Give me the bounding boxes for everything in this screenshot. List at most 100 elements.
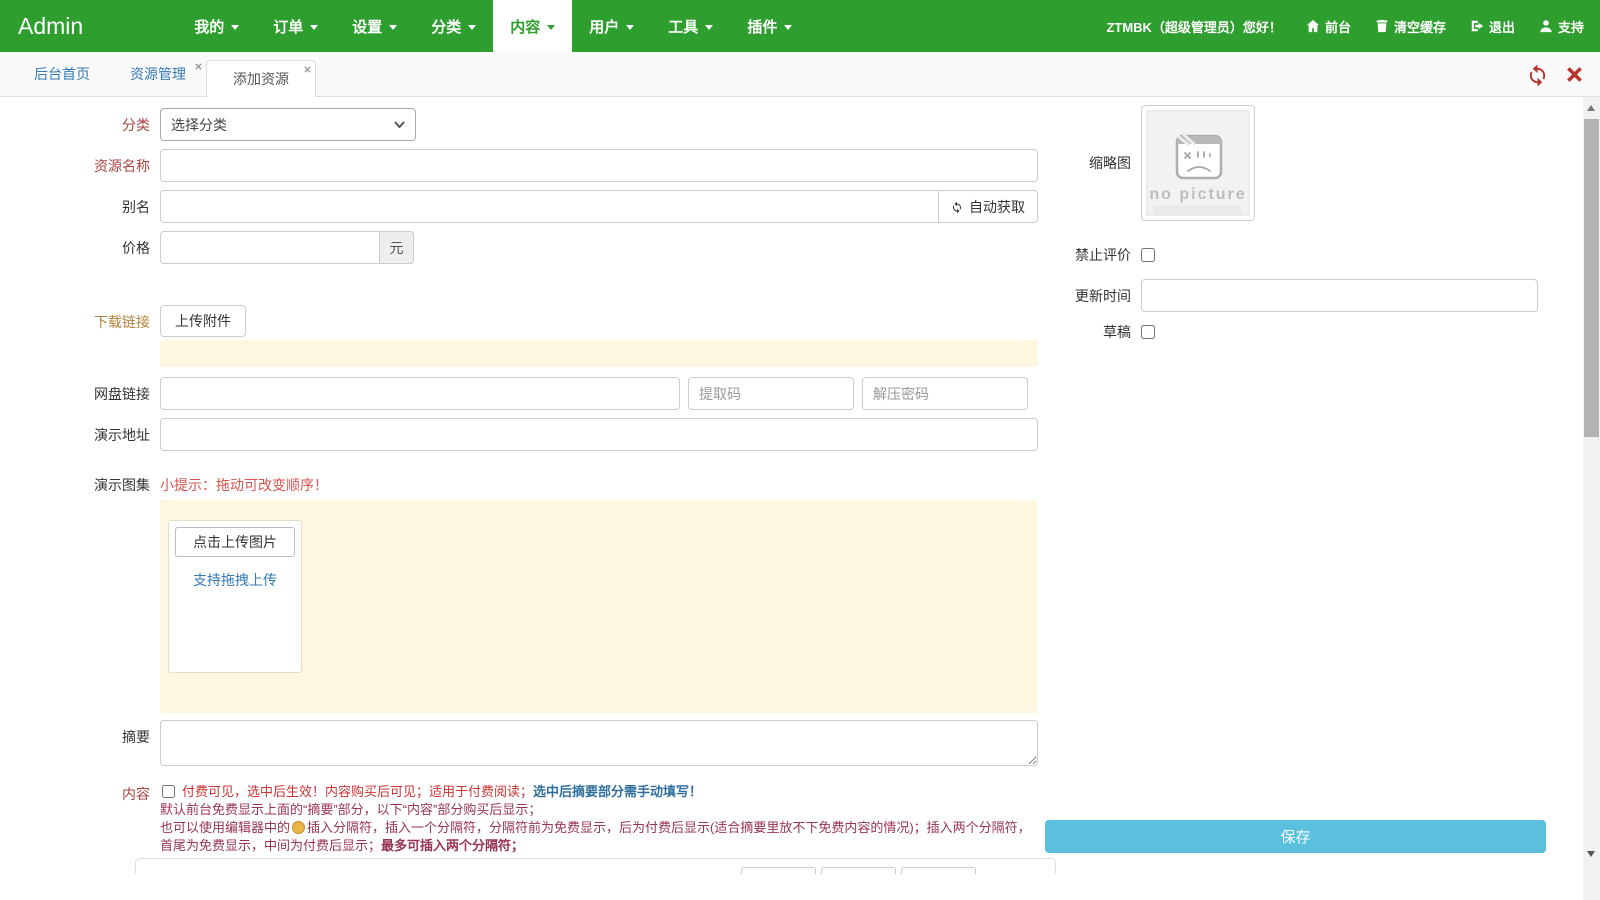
row-name: 资源名称 bbox=[0, 149, 1038, 182]
nav-item-orders[interactable]: 订单 bbox=[256, 0, 335, 52]
logout-link[interactable]: 退出 bbox=[1470, 17, 1515, 36]
nav-item-label: 订单 bbox=[273, 16, 303, 37]
trash-icon bbox=[1375, 19, 1389, 33]
row-gallery: 演示图集 小提示：拖动可改变顺序！ 点击上传图片 支持拖拽上传 bbox=[0, 468, 1038, 713]
row-demo-url: 演示地址 bbox=[0, 418, 1038, 451]
update-time-label: 更新时间 bbox=[1075, 286, 1131, 306]
nav-item-label: 我的 bbox=[194, 16, 224, 37]
no-picture-image: no picture bbox=[1146, 110, 1250, 216]
coin-separator-icon bbox=[292, 821, 305, 834]
summary-textarea[interactable] bbox=[160, 720, 1038, 766]
editor-toolbar-clipped bbox=[135, 858, 1056, 874]
support-link[interactable]: 支持 bbox=[1539, 17, 1584, 36]
row-netdisk: 网盘链接 bbox=[0, 377, 1038, 410]
side-panel: 缩略图 no picture 禁止评价 bbox=[1075, 105, 1541, 342]
nav-item-label: 设置 bbox=[352, 16, 382, 37]
nav-item-users[interactable]: 用户 bbox=[572, 0, 651, 52]
price-unit: 元 bbox=[380, 231, 414, 264]
category-select[interactable]: 选择分类 bbox=[160, 108, 416, 141]
scroll-down-arrow[interactable] bbox=[1587, 851, 1595, 857]
editor-toolbar-select[interactable] bbox=[821, 867, 896, 874]
tab-add-resource[interactable]: 添加资源 bbox=[206, 60, 316, 97]
tab-label: 添加资源 bbox=[233, 69, 289, 89]
row-alias: 别名 自动获取 bbox=[0, 190, 1038, 223]
content-note-line2: 默认前台免费显示上面的“摘要”部分，以下“内容”部分购买后显示； bbox=[160, 801, 1038, 819]
row-update-time: 更新时间 bbox=[1075, 279, 1541, 312]
sync-icon bbox=[951, 201, 963, 213]
netdisk-url-input[interactable] bbox=[160, 377, 680, 410]
frontend-link[interactable]: 前台 bbox=[1306, 17, 1351, 36]
thumbnail-upload[interactable]: no picture bbox=[1141, 105, 1255, 221]
no-review-checkbox[interactable] bbox=[1141, 248, 1155, 262]
close-icon[interactable] bbox=[194, 62, 203, 71]
price-label: 价格 bbox=[0, 231, 160, 264]
caret-down-icon bbox=[547, 25, 555, 30]
nav-item-label: 分类 bbox=[431, 16, 461, 37]
navbar-right: ZTMBK（超级管理员）您好！ 前台 清空缓存 退出 支持 bbox=[1106, 0, 1600, 52]
download-list-area bbox=[160, 340, 1038, 367]
caret-down-icon bbox=[310, 25, 318, 30]
top-navbar: Admin 我的 订单 设置 分类 内容 用户 工具 插件 ZTMBK（超级管理… bbox=[0, 0, 1600, 52]
scrollbar-thumb[interactable] bbox=[1584, 119, 1599, 437]
auto-fetch-button[interactable]: 自动获取 bbox=[939, 190, 1038, 223]
app-brand[interactable]: Admin bbox=[2, 0, 99, 52]
paid-visible-note: 付费可见，选中后生效！内容购买后可见；适用于付费阅读；选中后摘要部分需手动填写！ bbox=[160, 783, 1038, 801]
vertical-scrollbar[interactable] bbox=[1583, 97, 1600, 900]
svg-text:no picture: no picture bbox=[1149, 186, 1246, 203]
resource-name-label: 资源名称 bbox=[0, 149, 160, 182]
update-time-input[interactable] bbox=[1141, 279, 1538, 312]
nav-item-categories[interactable]: 分类 bbox=[414, 0, 493, 52]
gallery-upload-button[interactable]: 点击上传图片 bbox=[175, 527, 295, 557]
upload-attachment-button[interactable]: 上传附件 bbox=[160, 305, 246, 337]
user-greeting: ZTMBK（超级管理员）您好！ bbox=[1106, 17, 1282, 36]
user-icon bbox=[1539, 19, 1553, 33]
scroll-up-arrow[interactable] bbox=[1587, 105, 1595, 111]
tab-dashboard[interactable]: 后台首页 bbox=[14, 52, 110, 96]
home-icon bbox=[1306, 19, 1320, 33]
caret-down-icon bbox=[389, 25, 397, 30]
close-all-icon[interactable] bbox=[1565, 65, 1584, 84]
alias-label: 别名 bbox=[0, 190, 160, 223]
nav-item-content[interactable]: 内容 bbox=[493, 0, 572, 52]
tab-bar: 后台首页 资源管理 添加资源 bbox=[0, 52, 1600, 97]
nav-item-label: 插件 bbox=[747, 16, 777, 37]
refresh-icon[interactable] bbox=[1526, 63, 1549, 86]
alias-input[interactable] bbox=[160, 190, 939, 223]
editor-toolbar-select[interactable] bbox=[901, 867, 976, 874]
page-content: 分类 选择分类 资源名称 别名 自动获取 bbox=[0, 97, 1600, 900]
nav-item-plugins[interactable]: 插件 bbox=[730, 0, 809, 52]
unzip-password-input[interactable] bbox=[862, 377, 1028, 410]
clear-cache-link[interactable]: 清空缓存 bbox=[1375, 17, 1446, 36]
chevron-down-icon bbox=[394, 121, 405, 128]
tab-resource-manage[interactable]: 资源管理 bbox=[110, 52, 206, 96]
caret-down-icon bbox=[784, 25, 792, 30]
nav-item-tools[interactable]: 工具 bbox=[651, 0, 730, 52]
row-thumbnail: 缩略图 no picture bbox=[1075, 105, 1541, 221]
extract-code-input[interactable] bbox=[688, 377, 854, 410]
demo-url-label: 演示地址 bbox=[0, 418, 160, 451]
close-icon[interactable] bbox=[303, 65, 312, 74]
no-review-label: 禁止评价 bbox=[1075, 245, 1131, 265]
gallery-dropzone[interactable]: 点击上传图片 支持拖拽上传 bbox=[160, 500, 1038, 713]
row-download: 下载链接 上传附件 bbox=[0, 305, 1038, 367]
demo-url-input[interactable] bbox=[160, 418, 1038, 451]
thumbnail-label: 缩略图 bbox=[1075, 153, 1131, 173]
main-menu: 我的 订单 设置 分类 内容 用户 工具 插件 bbox=[177, 0, 809, 52]
row-content: 内容 付费可见，选中后生效！内容购买后可见；适用于付费阅读；选中后摘要部分需手动… bbox=[0, 783, 1038, 855]
row-draft: 草稿 bbox=[1075, 322, 1541, 342]
paid-visible-checkbox[interactable] bbox=[162, 785, 175, 798]
note-highlight: 选中后摘要部分需手动填写！ bbox=[533, 784, 702, 799]
nav-item-mine[interactable]: 我的 bbox=[177, 0, 256, 52]
nav-item-label: 工具 bbox=[668, 16, 698, 37]
draft-checkbox[interactable] bbox=[1141, 325, 1155, 339]
tab-actions bbox=[1526, 63, 1584, 86]
save-button[interactable]: 保存 bbox=[1045, 820, 1546, 853]
tab-label: 资源管理 bbox=[130, 64, 186, 84]
caret-down-icon bbox=[705, 25, 713, 30]
resource-name-input[interactable] bbox=[160, 149, 1038, 182]
price-input[interactable] bbox=[160, 231, 380, 264]
caret-down-icon bbox=[468, 25, 476, 30]
editor-toolbar-select[interactable] bbox=[741, 867, 816, 874]
gallery-upload-card[interactable]: 点击上传图片 支持拖拽上传 bbox=[168, 520, 302, 673]
nav-item-settings[interactable]: 设置 bbox=[335, 0, 414, 52]
